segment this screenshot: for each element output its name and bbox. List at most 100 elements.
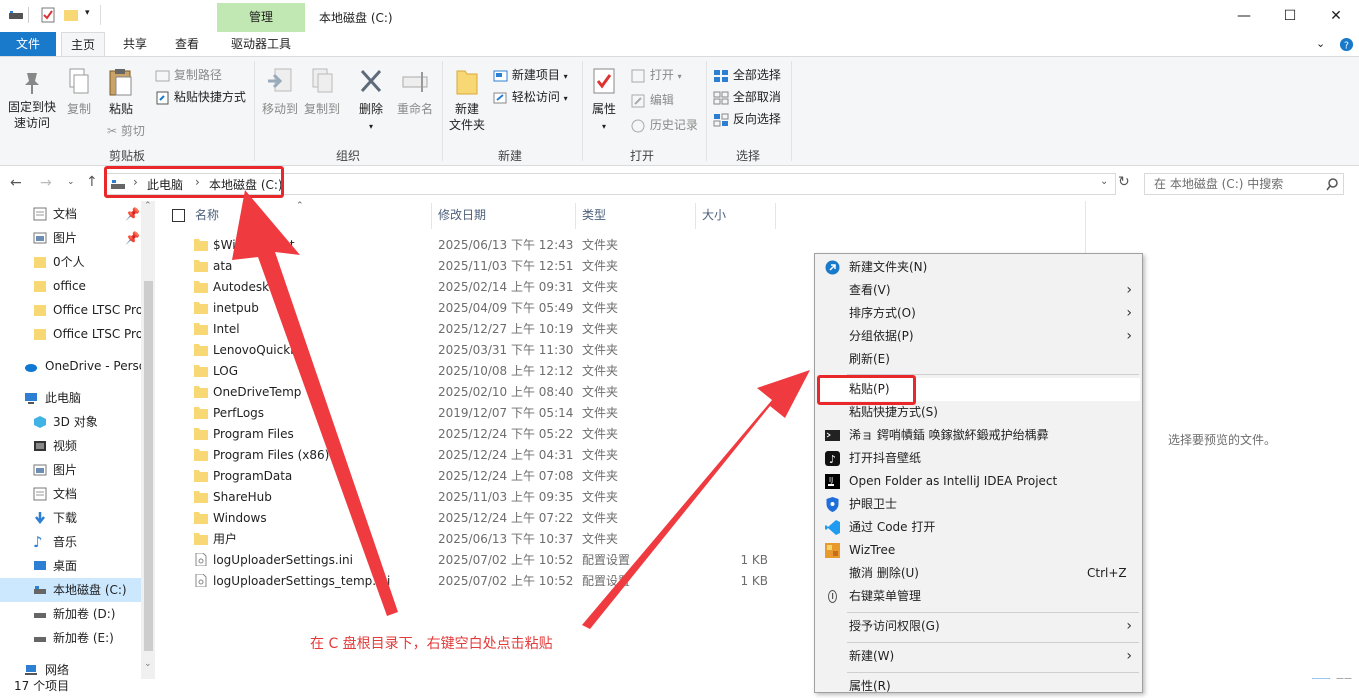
menu-grant-access[interactable]: 授予访问权限(G) › <box>817 615 1140 638</box>
edit-button[interactable]: 编辑 <box>631 91 674 108</box>
table-row[interactable]: Autodesk 2025/02/14 上午 09:31 文件夹 <box>191 277 791 298</box>
table-row[interactable]: Windows 2025/12/24 上午 07:22 文件夹 <box>191 508 791 529</box>
nav-desktop[interactable]: 桌面 <box>0 554 141 578</box>
new-item-button[interactable]: 新建项目 ▾ <box>493 66 568 83</box>
menu-undo-delete[interactable]: 撤消 删除(U) Ctrl+Z <box>817 562 1140 585</box>
tab-view[interactable]: 查看 <box>165 32 209 56</box>
open-button[interactable]: 打开 ▾ <box>631 66 682 83</box>
nav-downloads[interactable]: 下载 <box>0 506 141 530</box>
scroll-up-icon[interactable]: ⌃ <box>144 201 152 211</box>
forward-button[interactable]: → <box>40 175 52 191</box>
column-header-size[interactable]: 大小 <box>702 205 726 225</box>
scroll-down-icon[interactable]: ⌄ <box>144 659 152 669</box>
menu-sort[interactable]: 排序方式(O) › <box>817 302 1140 325</box>
menu-refresh[interactable]: 刷新(E) <box>817 348 1140 371</box>
select-all-checkbox[interactable] <box>172 209 185 222</box>
copy-button[interactable]: 复制 <box>62 67 96 117</box>
nav-quick-folder[interactable]: office <box>0 274 141 298</box>
move-to-button[interactable]: 移动到 <box>259 67 301 117</box>
menu-group-by[interactable]: 分组依据(P) › <box>817 325 1140 348</box>
nav-quick-pictures[interactable]: 图片 📌 <box>0 226 141 250</box>
menu-properties[interactable]: 属性(R) <box>817 675 1140 698</box>
menu-eye-guard[interactable]: 护眼卫士 <box>817 493 1140 516</box>
tab-drive-tools[interactable]: 驱动器工具 <box>222 32 300 56</box>
refresh-icon[interactable]: ↻ <box>1118 174 1130 190</box>
easy-access-button[interactable]: 轻松访问 ▾ <box>493 88 568 105</box>
menu-wiztree[interactable]: WizTree <box>817 539 1140 562</box>
table-row[interactable]: ata 2025/11/03 下午 12:51 文件夹 <box>191 256 791 277</box>
table-row[interactable]: ShareHub 2025/11/03 上午 09:35 文件夹 <box>191 487 791 508</box>
table-row[interactable]: $WinREAgent 2025/06/13 下午 12:43 文件夹 <box>191 235 791 256</box>
select-all-button[interactable]: 全部选择 <box>713 66 781 83</box>
nav-documents[interactable]: 文档 <box>0 482 141 506</box>
nav-videos[interactable]: 视频 <box>0 434 141 458</box>
menu-douyin-wallpaper[interactable]: ♪ 打开抖音壁纸 <box>817 447 1140 470</box>
address-dropdown-icon[interactable]: ⌄ <box>1100 176 1108 187</box>
column-header-date[interactable]: 修改日期 <box>438 205 486 225</box>
cut-button[interactable]: ✂ 剪切 <box>107 122 145 139</box>
nav-scrollbar[interactable]: ⌃ ⌄ <box>141 201 155 679</box>
nav-c-drive-selected[interactable]: 本地磁盘 (C:) <box>0 578 141 602</box>
menu-context-manage[interactable]: 右键菜单管理 <box>817 585 1140 608</box>
nav-d-drive[interactable]: 新加卷 (D:) <box>0 602 141 626</box>
properties-quick-icon[interactable] <box>40 7 56 23</box>
rename-button[interactable]: 重命名 <box>393 67 437 117</box>
menu-open-intellij[interactable]: IJ Open Folder as IntelliJ IDEA Project <box>817 470 1140 493</box>
column-header-name[interactable]: 名称 <box>195 205 219 225</box>
nav-onedrive[interactable]: OneDrive - Perso <box>0 354 141 378</box>
tab-manage[interactable]: 管理 <box>217 3 305 32</box>
table-row[interactable]: LOG 2025/10/08 上午 12:12 文件夹 <box>191 361 791 382</box>
nav-e-drive[interactable]: 新加卷 (E:) <box>0 626 141 650</box>
customize-quick-access-icon[interactable]: ▾ <box>85 8 90 18</box>
collapse-ribbon-icon[interactable]: ⌄ <box>1316 37 1325 50</box>
nav-quick-folder[interactable]: Office LTSC Pro <box>0 298 141 322</box>
nav-3d-objects[interactable]: 3D 对象 <box>0 410 141 434</box>
delete-button[interactable]: 删除 ▾ <box>353 67 389 135</box>
nav-scroll-thumb[interactable] <box>144 281 153 651</box>
pin-to-quick-access-button[interactable]: 固定到快 速访问 <box>4 69 60 131</box>
table-row[interactable]: logUploaderSettings_temp.ini 2025/07/02 上… <box>191 571 791 592</box>
table-row[interactable]: Intel 2025/12/27 上午 10:19 文件夹 <box>191 319 791 340</box>
maximize-button[interactable]: ☐ <box>1267 0 1313 32</box>
recent-locations-button[interactable]: ⌄ <box>67 177 75 187</box>
back-button[interactable]: ← <box>10 175 22 191</box>
invert-selection-button[interactable]: 反向选择 <box>713 110 781 127</box>
nav-this-pc[interactable]: 此电脑 <box>0 386 141 410</box>
table-row[interactable]: inetpub 2025/04/09 下午 05:49 文件夹 <box>191 298 791 319</box>
nav-music[interactable]: ♪ 音乐 <box>0 530 141 554</box>
table-row[interactable]: Program Files (x86) 2025/12/24 上午 04:31 文件… <box>191 445 791 466</box>
column-header-type[interactable]: 类型 <box>582 205 606 225</box>
tab-share[interactable]: 共享 <box>113 32 157 56</box>
table-row[interactable]: OneDriveTemp 2025/02/10 上午 08:40 文件夹 <box>191 382 791 403</box>
select-none-button[interactable]: 全部取消 <box>713 88 781 105</box>
menu-new-folder[interactable]: 新建文件夹(N) <box>817 256 1140 279</box>
table-row[interactable]: LenovoQuickFix 2025/03/31 下午 11:30 文件夹 <box>191 340 791 361</box>
search-input[interactable]: 在 本地磁盘 (C:) 中搜索 <box>1144 173 1344 195</box>
table-row[interactable]: Program Files 2025/12/24 下午 05:22 文件夹 <box>191 424 791 445</box>
menu-view[interactable]: 查看(V) › <box>817 279 1140 302</box>
close-button[interactable]: ✕ <box>1313 0 1359 32</box>
history-button[interactable]: 历史记录 <box>631 116 698 133</box>
table-row[interactable]: PerfLogs 2019/12/07 下午 05:14 文件夹 <box>191 403 791 424</box>
nav-pictures[interactable]: 图片 <box>0 458 141 482</box>
nav-quick-docs[interactable]: 文档 📌 <box>0 202 141 226</box>
new-folder-quick-icon[interactable] <box>63 7 79 23</box>
copy-path-button[interactable]: 复制路径 <box>155 66 222 83</box>
paste-shortcut-button[interactable]: 粘贴快捷方式 <box>155 88 246 105</box>
nav-quick-folder[interactable]: Office LTSC Pro <box>0 322 141 346</box>
copy-to-button[interactable]: 复制到 <box>301 67 343 117</box>
table-row[interactable]: ProgramData 2025/12/24 上午 07:08 文件夹 <box>191 466 791 487</box>
minimize-button[interactable]: — <box>1221 0 1267 32</box>
help-icon[interactable]: ? <box>1339 37 1354 52</box>
tab-home[interactable]: 主页 <box>61 32 105 56</box>
menu-open-terminal[interactable]: 浠ョ 鍔哨幘鍤 唤鎵撳紑鍛戒护绐楀彛 <box>817 424 1140 447</box>
properties-button[interactable]: 属性 ▾ <box>587 67 621 135</box>
up-button[interactable]: ↑ <box>86 174 98 190</box>
table-row[interactable]: 用户 2025/06/13 下午 10:37 文件夹 <box>191 529 791 550</box>
menu-new[interactable]: 新建(W) › <box>817 645 1140 668</box>
menu-open-vscode[interactable]: 通过 Code 打开 <box>817 516 1140 539</box>
tab-file[interactable]: 文件 <box>0 32 56 56</box>
table-row[interactable]: logUploaderSettings.ini 2025/07/02 上午 10:… <box>191 550 791 571</box>
new-folder-button[interactable]: 新建 文件夹 <box>447 67 487 133</box>
nav-quick-folder[interactable]: 0个人 <box>0 250 141 274</box>
